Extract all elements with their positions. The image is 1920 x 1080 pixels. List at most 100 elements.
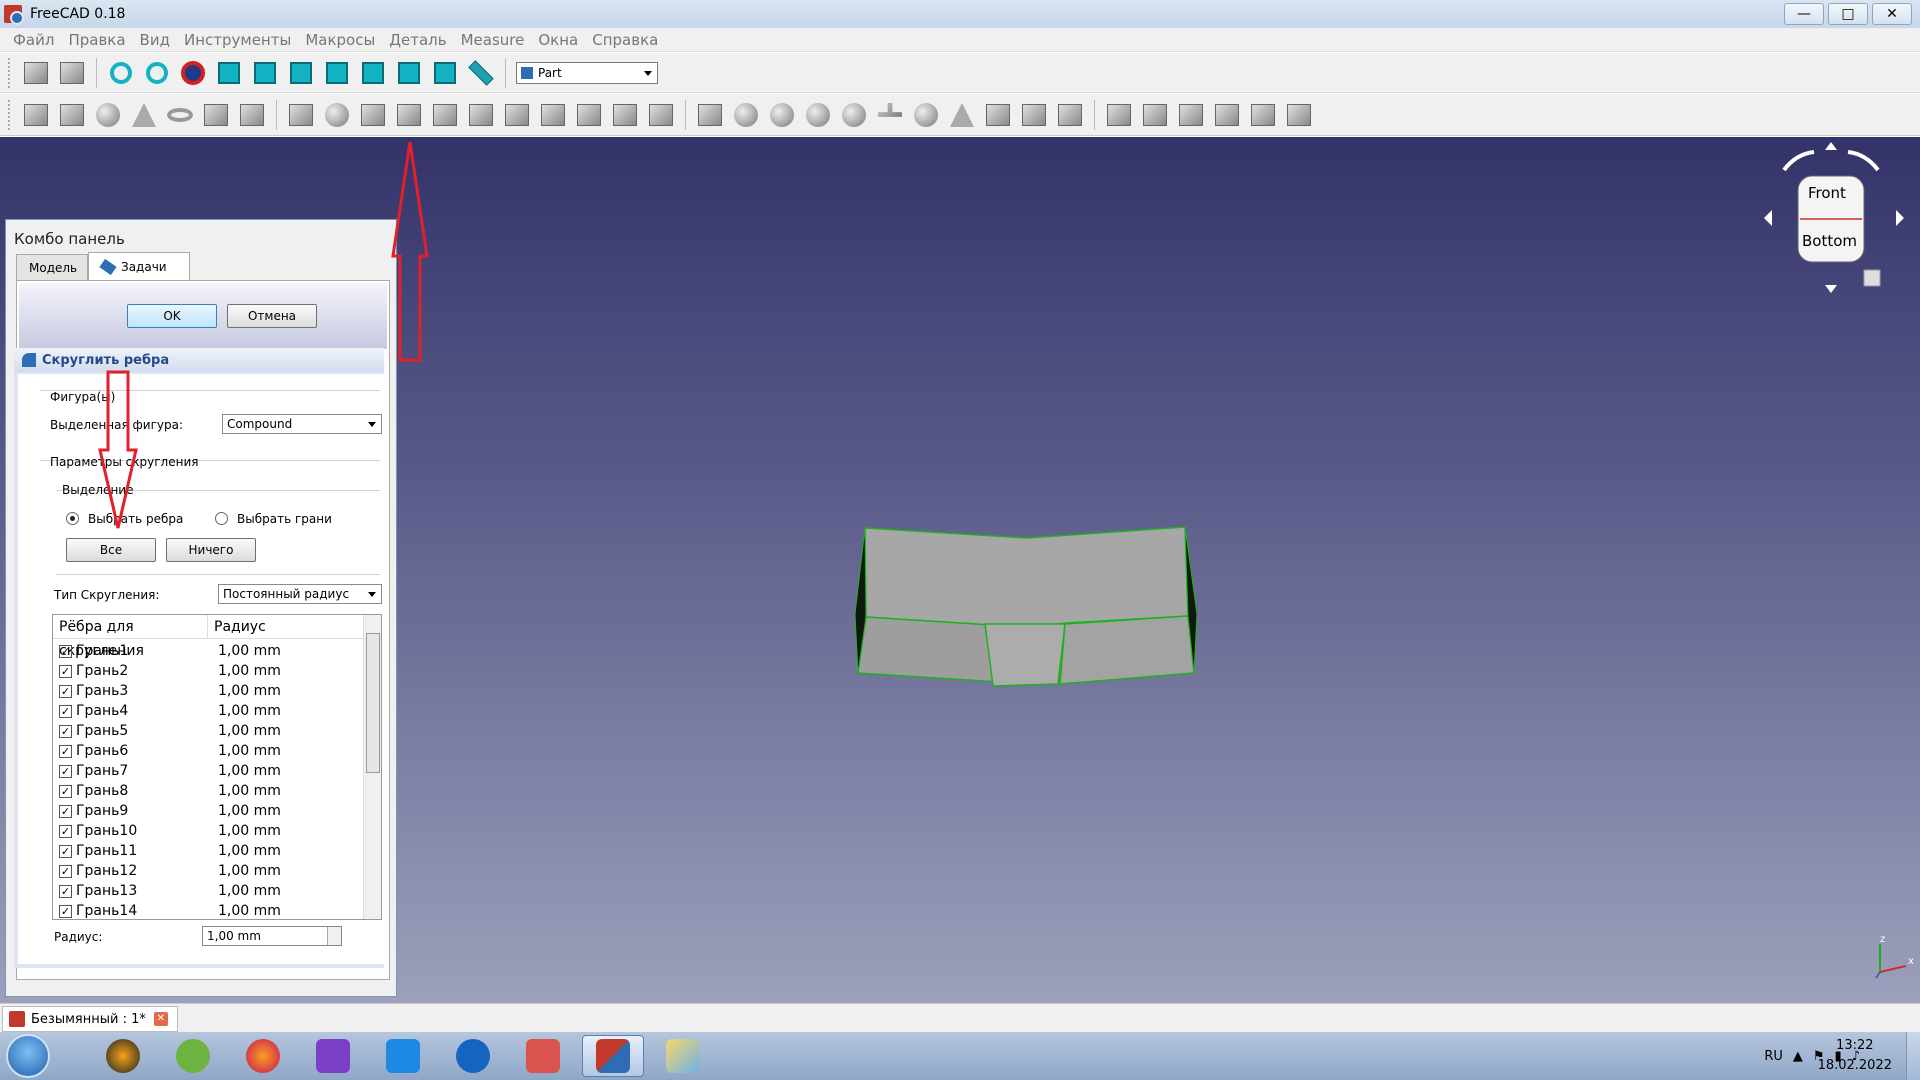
row-radius[interactable]: 1,00 mm (212, 663, 281, 679)
toolbar-grip[interactable] (8, 57, 12, 88)
taskbar-app-ccleaner[interactable] (372, 1035, 434, 1077)
macro-record-button[interactable] (20, 57, 52, 89)
menu-measure[interactable]: Measure (461, 31, 525, 49)
draw-style-button[interactable] (177, 57, 209, 89)
table-row[interactable]: ✓ Грань4 1,00 mm (53, 701, 361, 721)
row-radius[interactable]: 1,00 mm (212, 783, 281, 799)
tube-button[interactable] (200, 99, 232, 131)
table-row[interactable]: ✓ Грань11 1,00 mm (53, 841, 361, 861)
section-button[interactable] (1018, 99, 1050, 131)
table-row[interactable]: ✓ Грань8 1,00 mm (53, 781, 361, 801)
menu-file[interactable]: Файл (13, 31, 54, 49)
row-checkbox[interactable]: ✓ (59, 744, 72, 758)
row-checkbox[interactable]: ✓ (59, 824, 72, 838)
measure-toggle-delta-button[interactable] (1283, 99, 1315, 131)
row-radius[interactable]: 1,00 mm (212, 843, 281, 859)
maximize-button[interactable]: □ (1828, 3, 1868, 25)
mini-cube-icon[interactable] (1863, 269, 1881, 287)
menu-help[interactable]: Справка (592, 31, 658, 49)
measure-clear-button[interactable] (1211, 99, 1243, 131)
row-checkbox[interactable]: ✓ (59, 684, 72, 698)
table-row[interactable]: ✓ Грань2 1,00 mm (53, 661, 361, 681)
selected-shape-dropdown[interactable]: Compound (222, 414, 382, 434)
row-radius[interactable]: 1,00 mm (212, 863, 281, 879)
arrow-left-icon[interactable] (1764, 210, 1772, 226)
cancel-button[interactable]: Отмена (227, 304, 317, 328)
table-row[interactable]: ✓ Грань5 1,00 mm (53, 721, 361, 741)
taskbar-app-visual-studio[interactable] (302, 1035, 364, 1077)
compound-button[interactable] (694, 99, 726, 131)
make-face-button[interactable] (465, 99, 497, 131)
arrow-down-icon[interactable] (1825, 285, 1837, 293)
part-right-face[interactable] (1059, 615, 1195, 685)
row-checkbox[interactable]: ✓ (59, 644, 72, 658)
fit-all-button[interactable] (105, 57, 137, 89)
toolbar-grip[interactable] (8, 99, 12, 130)
table-row[interactable]: ✓ Грань10 1,00 mm (53, 821, 361, 841)
table-row[interactable]: ✓ Грань12 1,00 mm (53, 861, 361, 881)
table-row[interactable]: ✓ Грань1 1,00 mm (53, 641, 361, 661)
part-center-face[interactable] (984, 623, 1066, 687)
mirror-button[interactable] (357, 99, 389, 131)
navigation-cube[interactable]: Front Bottom (1756, 140, 1906, 300)
select-faces-radio[interactable] (215, 512, 228, 525)
minimize-button[interactable]: — (1784, 3, 1824, 25)
radius-spinbox[interactable]: 1,00 mm (202, 926, 342, 946)
ok-button[interactable]: OK (127, 304, 217, 328)
taskbar-app-cortana[interactable] (442, 1035, 504, 1077)
row-checkbox[interactable]: ✓ (59, 904, 72, 918)
row-radius[interactable]: 1,00 mm (212, 723, 281, 739)
table-row[interactable]: ✓ Грань7 1,00 mm (53, 761, 361, 781)
measure-toggle-3d-button[interactable] (1247, 99, 1279, 131)
row-checkbox[interactable]: ✓ (59, 784, 72, 798)
row-radius[interactable]: 1,00 mm (212, 823, 281, 839)
fuse-button[interactable] (802, 99, 834, 131)
loft-button[interactable] (537, 99, 569, 131)
row-radius[interactable]: 1,00 mm (212, 803, 281, 819)
macro-folder-button[interactable] (56, 57, 88, 89)
defeaturing-button[interactable] (982, 99, 1014, 131)
common-button[interactable] (838, 99, 870, 131)
cone-button[interactable] (128, 99, 160, 131)
row-checkbox[interactable]: ✓ (59, 864, 72, 878)
row-radius[interactable]: 1,00 mm (212, 743, 281, 759)
row-checkbox[interactable]: ✓ (59, 664, 72, 678)
select-edges-radio[interactable] (66, 512, 79, 525)
edges-table[interactable]: Рёбра для скругления Радиус ✓ Грань1 1,00 … (52, 614, 382, 920)
thickness-button[interactable] (645, 99, 677, 131)
taskbar-app-acrobat[interactable] (512, 1035, 574, 1077)
taskbar-app-paint[interactable] (652, 1035, 714, 1077)
navcube-front-label[interactable]: Front (1808, 184, 1846, 202)
view-right-button[interactable] (321, 57, 353, 89)
menu-edit[interactable]: Правка (68, 31, 125, 49)
document-tab[interactable]: Безымянный : 1* ✕ (2, 1006, 178, 1032)
row-checkbox[interactable]: ✓ (59, 804, 72, 818)
rotate-left-icon[interactable] (1782, 150, 1815, 172)
menu-part[interactable]: Деталь (389, 31, 446, 49)
section-header[interactable]: Скруглить ребра (14, 348, 384, 372)
tray-expand-icon[interactable]: ▲ (1793, 1049, 1803, 1064)
box-button[interactable] (20, 99, 52, 131)
offset-button[interactable] (609, 99, 641, 131)
language-indicator[interactable]: RU (1764, 1049, 1783, 1064)
cross-sections-button[interactable] (1054, 99, 1086, 131)
row-radius[interactable]: 1,00 mm (212, 883, 281, 899)
view-top-button[interactable] (285, 57, 317, 89)
table-row[interactable]: ✓ Грань6 1,00 mm (53, 741, 361, 761)
workbench-selector[interactable]: Part (516, 61, 658, 84)
show-desktop-button[interactable] (1906, 1032, 1920, 1080)
revolve-button[interactable] (321, 99, 353, 131)
taskbar-app-freecad[interactable] (582, 1035, 644, 1077)
measure-refresh-button[interactable] (1175, 99, 1207, 131)
menu-view[interactable]: Вид (140, 31, 170, 49)
fillet-button[interactable] (393, 99, 425, 131)
row-radius[interactable]: 1,00 mm (212, 903, 281, 919)
taskbar-app-aimp[interactable] (92, 1035, 154, 1077)
arrow-right-icon[interactable] (1896, 210, 1904, 226)
table-row[interactable]: ✓ Грань13 1,00 mm (53, 881, 361, 901)
fillet-type-dropdown[interactable]: Постоянный радиус (218, 584, 382, 604)
row-checkbox[interactable]: ✓ (59, 844, 72, 858)
table-row[interactable]: ✓ Грань3 1,00 mm (53, 681, 361, 701)
measure-linear-button[interactable] (1103, 99, 1135, 131)
table-row[interactable]: ✓ Грань9 1,00 mm (53, 801, 361, 821)
